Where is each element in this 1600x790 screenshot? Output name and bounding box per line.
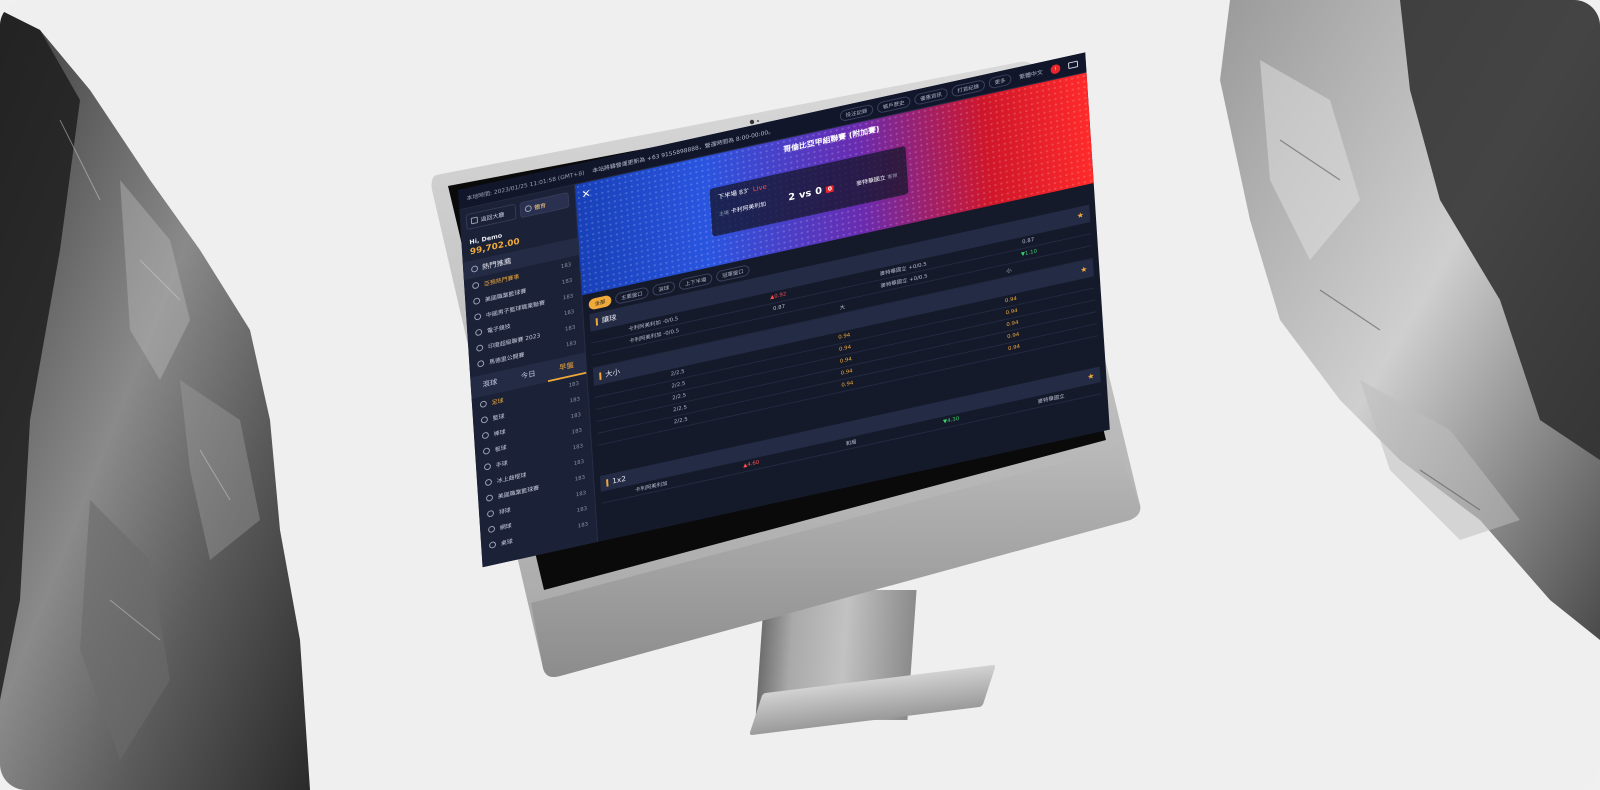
handicap-title: 讓球 xyxy=(601,313,617,325)
over-under-title: 大小 xyxy=(604,367,621,379)
favorite-star-icon[interactable]: ★ xyxy=(1087,371,1095,381)
accent-bar xyxy=(606,478,609,487)
favorite-star-icon[interactable]: ★ xyxy=(1077,210,1085,220)
away-team-name: 麥特華國立 xyxy=(856,174,886,188)
filter-live[interactable]: 滾球 xyxy=(652,280,676,297)
bet-history-button[interactable]: 投注記錄 xyxy=(839,103,874,122)
home-badge: 主場 xyxy=(718,209,730,218)
sport-list: 足球 183 籃球 183 棒球 183 板球 183 手球 183 冰上曲棍球 183 美國職業籃球賽… xyxy=(472,374,597,556)
sport-icon xyxy=(481,431,490,440)
away-score: 0 xyxy=(814,185,823,198)
sport-item-count: 183 xyxy=(569,396,581,404)
promotions-button[interactable]: 優惠資訊 xyxy=(913,86,948,106)
sport-item-label: 桌球 xyxy=(500,538,513,548)
sport-item-count: 183 xyxy=(573,458,585,467)
filter-all[interactable]: 全部 xyxy=(588,294,612,311)
sport-icon xyxy=(472,281,480,290)
sport-item-count: 183 xyxy=(577,521,589,530)
sport-icon xyxy=(484,478,493,487)
sport-item-label: 棒球 xyxy=(493,428,506,438)
tips-history-button[interactable]: 打賞紀錄 xyxy=(951,78,986,98)
sport-item-count: 183 xyxy=(575,489,587,498)
sport-icon xyxy=(480,415,489,424)
hot-item-count: 183 xyxy=(563,308,575,317)
sport-icon xyxy=(479,400,488,409)
sport-item-count: 183 xyxy=(572,443,584,451)
sport-item-label: 網球 xyxy=(499,522,512,532)
sport-icon xyxy=(474,312,482,321)
hot-item-count: 183 xyxy=(562,293,574,301)
sport-icon xyxy=(477,359,485,368)
vs-label: vs xyxy=(798,188,812,201)
accent-bar xyxy=(595,317,599,326)
sport-item-count: 183 xyxy=(574,474,586,483)
sport-item-label: 板球 xyxy=(494,444,507,454)
lobby-label: 返回大廳 xyxy=(480,211,505,224)
away-badge: 客隊 xyxy=(887,172,898,181)
period-text: 下半場 83' xyxy=(717,186,750,202)
one-x-two-title: 1x2 xyxy=(611,474,627,486)
sport-item-count: 183 xyxy=(570,411,582,420)
sport-icon xyxy=(486,509,495,518)
hot-item-count: 183 xyxy=(564,324,576,333)
sport-item-count: 183 xyxy=(576,505,588,514)
fire-icon xyxy=(470,264,479,273)
home-team: 主場 卡利阿美利加 xyxy=(718,199,767,218)
sport-item-label: 手球 xyxy=(495,460,508,470)
hot-item-label: 電子競技 xyxy=(486,323,511,335)
sport-icon xyxy=(485,494,494,502)
hot-item-count: 183 xyxy=(565,339,577,348)
more-button[interactable]: 更多 xyxy=(988,72,1012,89)
home-score: 2 xyxy=(787,191,796,204)
hot-item-label: 馬德里公開賽 xyxy=(488,351,525,367)
sport-icon xyxy=(475,328,483,337)
sport-icon xyxy=(483,462,492,471)
favorite-star-icon[interactable]: ★ xyxy=(1080,265,1088,275)
sport-item-label: 排球 xyxy=(498,506,511,516)
page-frame: 本地時間: 2023/01/25 11:01:58 (GMT+8) 本站將鑄營運… xyxy=(0,0,1600,790)
hot-item-count: 183 xyxy=(560,261,572,270)
sport-item-count: 183 xyxy=(568,380,580,389)
hot-item-count: 183 xyxy=(561,277,573,286)
red-card-count: 0 xyxy=(825,185,835,194)
sport-item-label: 籃球 xyxy=(492,413,505,423)
sport-item-label: 足球 xyxy=(491,397,504,407)
accent-bar xyxy=(599,371,602,380)
sport-item-count: 183 xyxy=(571,427,583,436)
mail-icon[interactable] xyxy=(1067,60,1079,70)
soccer-ball-icon xyxy=(524,204,532,213)
sport-icon xyxy=(482,447,491,456)
sport-tab-label: 體育 xyxy=(534,202,547,212)
sidebar: 返回大廳 體育 Hi, Demo 99,702.00 熱門推薦 亞預熱門賽事 18… xyxy=(459,184,599,568)
sport-icon xyxy=(487,525,496,534)
sport-icon xyxy=(488,540,497,549)
sport-icon xyxy=(473,297,481,306)
sport-icon xyxy=(476,344,484,353)
live-badge: Live xyxy=(752,182,768,194)
away-team: 麥特華國立 客隊 xyxy=(856,170,900,188)
account-history-button[interactable]: 帳戶歷史 xyxy=(876,95,911,114)
home-icon xyxy=(470,216,479,225)
language-select[interactable]: 繁體中文 xyxy=(1019,67,1043,81)
score: 2 vs 0 0 xyxy=(787,183,835,204)
notification-icon[interactable]: ! xyxy=(1050,63,1061,75)
home-team-name: 卡利阿美利加 xyxy=(730,200,767,216)
